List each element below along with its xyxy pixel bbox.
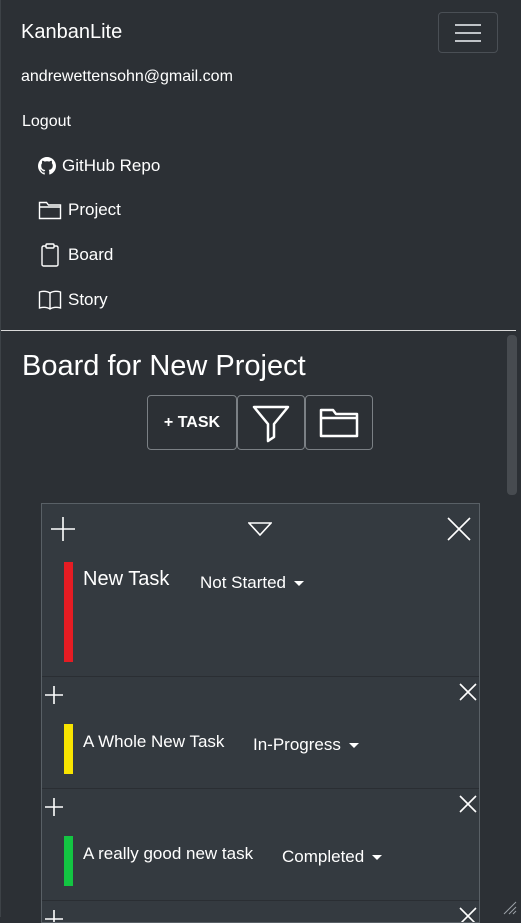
- close-icon[interactable]: [446, 516, 472, 542]
- task-board: New Task Not Started A Whole New Task In…: [41, 503, 480, 923]
- nav-link-label: GitHub Repo: [62, 156, 161, 175]
- board-toolbar: + TASK: [147, 395, 373, 450]
- chevron-down-icon: [348, 742, 359, 748]
- status-value: Completed: [282, 847, 365, 866]
- close-icon[interactable]: [458, 794, 478, 814]
- status-dropdown[interactable]: Not Started: [200, 573, 304, 593]
- collapse-triangle-icon[interactable]: [248, 522, 272, 536]
- user-email: andrewettensohn@gmail.com: [21, 68, 233, 85]
- plus-icon[interactable]: [44, 909, 64, 923]
- menu-toggle-button[interactable]: [438, 12, 498, 53]
- filter-button[interactable]: [237, 395, 305, 450]
- hamburger-icon-line: [455, 40, 481, 42]
- status-dropdown[interactable]: Completed: [282, 847, 383, 867]
- add-task-button[interactable]: + TASK: [147, 395, 237, 450]
- open-folder-button[interactable]: [305, 395, 373, 450]
- status-color-bar: [64, 724, 73, 774]
- plus-icon[interactable]: [50, 516, 76, 542]
- github-icon: [38, 157, 56, 175]
- status-color-bar: [64, 562, 73, 662]
- filter-icon: [252, 405, 290, 442]
- status-color-bar: [64, 836, 73, 886]
- task-card: A really good new task Completed: [42, 789, 479, 901]
- status-dropdown[interactable]: In-Progress: [253, 735, 359, 755]
- nav-link-project[interactable]: Project: [38, 200, 121, 220]
- task-name: A really good new task: [83, 844, 254, 863]
- nav-link-label: Project: [68, 200, 121, 219]
- close-icon[interactable]: [458, 682, 478, 702]
- task-name: New Task: [83, 568, 170, 590]
- task-card: [42, 901, 479, 923]
- plus-icon[interactable]: [44, 797, 64, 817]
- scrollbar-thumb[interactable]: [507, 335, 517, 495]
- folder-icon: [319, 408, 359, 437]
- navbar: KanbanLite andrewettensohn@gmail.com Log…: [1, 0, 516, 331]
- resize-handle-icon[interactable]: [503, 901, 517, 915]
- clipboard-icon: [41, 243, 59, 267]
- folder-icon: [38, 201, 62, 220]
- nav-link-board[interactable]: Board: [38, 243, 113, 267]
- nav-link-label: Story: [68, 290, 108, 309]
- nav-link-label: Board: [68, 245, 114, 264]
- status-value: Not Started: [200, 573, 286, 592]
- task-name: A Whole New Task: [83, 732, 225, 751]
- nav-link-story[interactable]: Story: [38, 289, 108, 311]
- page-title: Board for New Project: [22, 350, 306, 382]
- close-icon[interactable]: [458, 906, 478, 923]
- brand-link[interactable]: KanbanLite: [21, 21, 122, 44]
- plus-icon[interactable]: [44, 685, 64, 705]
- app-frame: KanbanLite andrewettensohn@gmail.com Log…: [0, 0, 519, 923]
- hamburger-icon-line: [455, 32, 481, 34]
- chevron-down-icon: [294, 580, 304, 586]
- task-card: A Whole New Task In-Progress: [42, 677, 479, 789]
- logout-link[interactable]: Logout: [22, 113, 71, 131]
- hamburger-icon: [455, 24, 481, 26]
- task-card: New Task Not Started: [42, 504, 479, 677]
- book-icon: [38, 290, 62, 310]
- chevron-down-icon: [372, 854, 383, 860]
- status-value: In-Progress: [253, 735, 341, 754]
- nav-link-github[interactable]: GitHub Repo: [38, 156, 160, 176]
